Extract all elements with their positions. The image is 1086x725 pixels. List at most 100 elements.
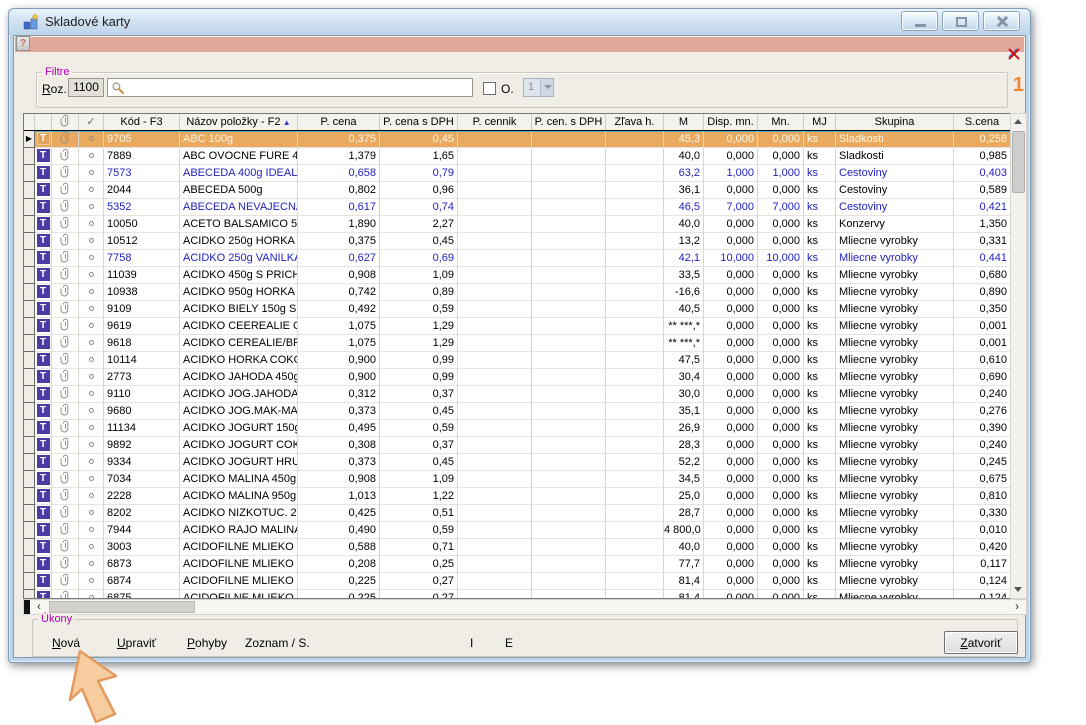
column-header-pcsd[interactable]: P. cen. s DPH [532,114,606,130]
type-badge: T [37,336,50,349]
table-row[interactable]: T11039ACIDKO 450g S PRICHUTO0,9081,0933,… [24,267,1010,284]
cell-m: 28,3 [664,437,704,454]
cell-disp: 0,000 [704,488,758,505]
cell-pcen [458,199,532,216]
column-header-kod[interactable]: Kód - F3 [104,114,180,130]
table-row[interactable]: T2228ACIDKO MALINA 950g1,0131,2225,00,00… [24,488,1010,505]
action-button-e[interactable]: E [505,636,513,650]
maximize-button[interactable] [942,11,979,31]
table-row[interactable]: T7573ABECEDA 400g IDEAL0,6580,7963,21,00… [24,165,1010,182]
cell-t: T [35,556,52,573]
table-row[interactable]: T2044ABECEDA 500g0,8020,9636,10,0000,000… [24,182,1010,199]
action-button-upravi[interactable]: Upraviť [117,636,156,650]
paperclip-icon [60,233,71,246]
cell-m: 13,2 [664,233,704,250]
cell-disp: 0,000 [704,437,758,454]
action-button-i[interactable]: I [470,636,473,650]
scroll-up-button[interactable] [1011,114,1026,130]
table-row[interactable]: T7758ACIDKO 250g VANILKA0,6270,6942,110,… [24,250,1010,267]
table-row[interactable]: T10512ACIDKO 250g HORKA CO0,3750,4513,20… [24,233,1010,250]
cell-nazov: ACIDKO NIZKOTUC. 250g [180,505,298,522]
column-header-clip[interactable] [52,114,79,130]
column-header-mn[interactable]: Mn. [758,114,804,130]
table-row[interactable]: T9892ACIDKO JOGURT COKOLA0,3080,3728,30,… [24,437,1010,454]
table-row[interactable]: T7034ACIDKO MALINA 450g RA0,9081,0934,50… [24,471,1010,488]
paperclip-icon [60,114,71,127]
cell-t: T [35,148,52,165]
scroll-right-button[interactable]: › [1009,600,1025,614]
clear-filter-icon[interactable] [1006,46,1022,62]
action-button-pohyby[interactable]: Pohyby [187,636,227,650]
column-header-sc[interactable]: S.cena [954,114,1011,130]
cell-nazov: ABECEDA NEVAJECNA 4( [180,199,298,216]
table-row[interactable]: T8202ACIDKO NIZKOTUC. 250g0,4250,5128,70… [24,505,1010,522]
table-row[interactable]: T6874ACIDOFILNE MLIEKO 180g0,2250,2781,4… [24,573,1010,590]
horizontal-scroll-thumb[interactable] [49,601,195,613]
cell-check [79,573,104,590]
column-header-pc[interactable]: P. cena [298,114,380,130]
close-window-button[interactable] [983,11,1020,31]
table-row[interactable]: T10050ACETO BALSAMICO 500m1,8902,2740,00… [24,216,1010,233]
table-row[interactable]: T10938ACIDKO 950g HORKA CO0,7420,89-16,6… [24,284,1010,301]
table-row-selected[interactable]: ▶T9705ABC 100g0,3750,4545,30,0000,000ksS… [24,131,1010,148]
cell-mn: 0,000 [758,437,804,454]
cell-pcd: 0,37 [380,386,458,403]
window-titlebar[interactable]: Skladové karty [9,9,1030,35]
table-row[interactable]: T5352ABECEDA NEVAJECNA 4(0,6170,7446,57,… [24,199,1010,216]
table-row[interactable]: T10114ACIDKO HORKA COKOLA0,9000,9947,50,… [24,352,1010,369]
count-dropdown[interactable]: 1 [523,78,554,97]
cell-check [79,471,104,488]
search-input[interactable] [126,79,470,96]
cell-sc: 0,240 [954,386,1010,403]
table-row[interactable]: T9680ACIDKO JOG.MAK-MANDI0,3730,4535,10,… [24,403,1010,420]
horizontal-scrollbar[interactable]: ‹ › [23,599,1027,615]
table-row[interactable]: T2773ACIDKO JAHODA 450g0,9000,9930,40,00… [24,369,1010,386]
table-row[interactable]: T7944ACIDKO RAJO MALINA 250,4900,594 800… [24,522,1010,539]
cell-mj: ks [804,301,836,318]
column-header-mj[interactable]: MJ [804,114,836,130]
cell-zl [606,352,664,369]
help-button[interactable]: ? [16,36,30,51]
table-row[interactable]: T6873ACIDOFILNE MLIEKO 1,5%0,2080,2577,7… [24,556,1010,573]
column-header-nazov[interactable]: Názov položky - F2 ▲ [180,114,298,130]
scroll-down-button[interactable] [1011,582,1026,598]
vertical-scroll-thumb[interactable] [1012,131,1025,193]
type-badge: T [37,574,50,587]
table-row[interactable]: T9618ACIDKO CEREALIE/BRUSN1,0751,29** **… [24,335,1010,352]
table-row[interactable]: T9334ACIDKO JOGURT HRUSKA0,3730,4552,20,… [24,454,1010,471]
cell-pc: 0,908 [298,471,380,488]
cell-pc: 0,908 [298,267,380,284]
o-checkbox[interactable] [483,82,496,95]
cell-sk: Mliecne vyrobky [836,335,954,352]
minimize-button[interactable] [901,11,938,31]
cell-clip [52,148,79,165]
table-row[interactable]: T9110ACIDKO JOG.JAHODA 130,3120,3730,00,… [24,386,1010,403]
table-row[interactable]: T3003ACIDOFILNE MLIEKO PLN0,5880,7140,00… [24,539,1010,556]
column-header-disp[interactable]: Disp. mn. [704,114,758,130]
scroll-left-button[interactable]: ‹ [31,600,47,614]
action-button-zoznam-s[interactable]: Zoznam / S. [245,636,310,650]
table-row[interactable]: T6875ACIDOFILNE MLIEKO 180g0,2250,2781,4… [24,590,1010,598]
column-header-m[interactable]: M [664,114,704,130]
cell-nazov: ACIDOFILNE MLIEKO 180g [180,573,298,590]
table-row[interactable]: T11134ACIDKO JOGURT 150g BIE0,4950,5926,… [24,420,1010,437]
cell-pcsd [532,454,606,471]
column-header-pcd[interactable]: P. cena s DPH [380,114,458,130]
cell-mj: ks [804,471,836,488]
cell-pcd: 0,69 [380,250,458,267]
cell-mn: 0,000 [758,267,804,284]
table-row[interactable]: T7889ABC OVOCNE FURE 400g1,3791,6540,00,… [24,148,1010,165]
column-header-check-icon[interactable]: ✓ [79,114,104,130]
column-header-sk[interactable]: Skupina [836,114,954,130]
column-header-pcen[interactable]: P. cennik [458,114,532,130]
column-header-zl[interactable]: Zľava h. [606,114,664,130]
vertical-scrollbar[interactable] [1010,113,1027,599]
cell-sk: Mliecne vyrobky [836,369,954,386]
action-button-nov[interactable]: Nová [52,636,80,650]
roz-field[interactable]: 1100 [68,78,104,97]
cell-mn: 0,000 [758,522,804,539]
close-button[interactable]: Zatvoriť [944,631,1018,654]
table-row[interactable]: T9109ACIDKO BIELY 150g S CO0,4920,5940,5… [24,301,1010,318]
cell-m: 47,5 [664,352,704,369]
table-row[interactable]: T9619ACIDKO CEEREALIE COCO1,0751,29** **… [24,318,1010,335]
